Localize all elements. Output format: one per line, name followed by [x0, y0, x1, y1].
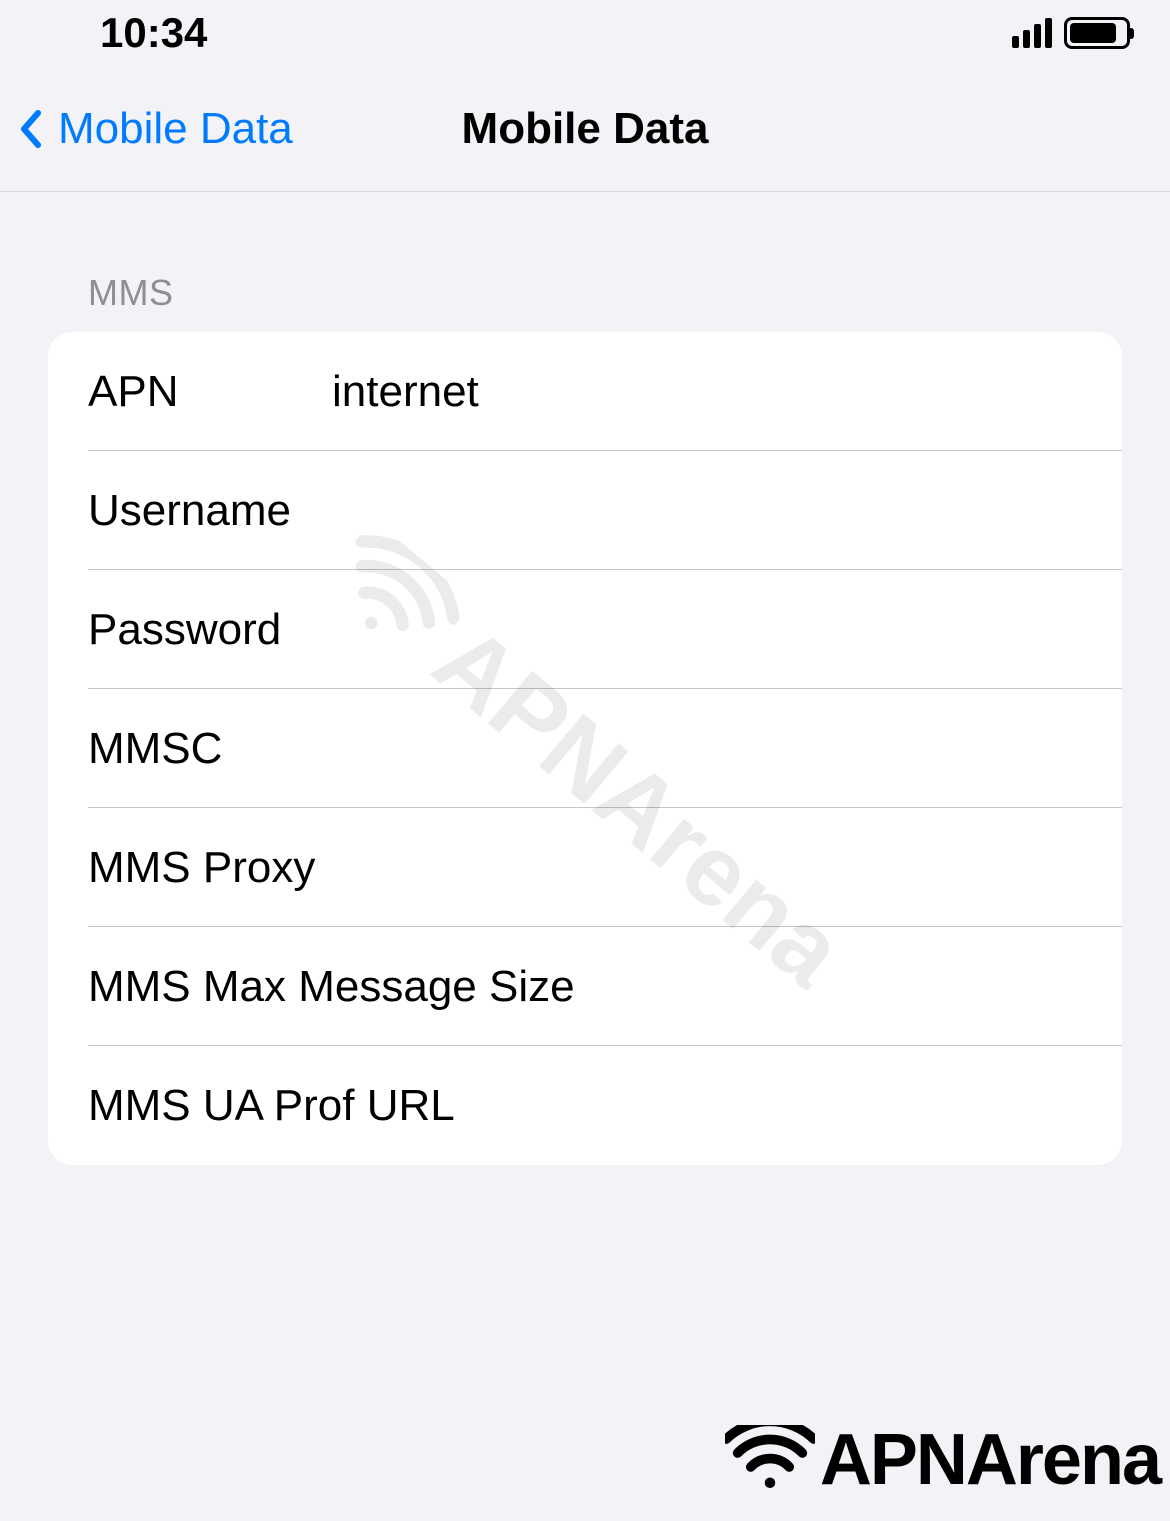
status-icons — [1012, 17, 1130, 49]
footer-logo: APNArena — [725, 1419, 1160, 1501]
wifi-icon — [725, 1425, 815, 1495]
username-label: Username — [88, 486, 328, 536]
mms-ua-prof-row[interactable]: MMS UA Prof URL — [48, 1046, 1122, 1165]
page-title: Mobile Data — [462, 104, 709, 154]
content-area: MMS APN internet Username Password MMSC … — [0, 192, 1170, 1165]
password-row[interactable]: Password — [48, 570, 1122, 689]
mms-proxy-label: MMS Proxy — [88, 843, 328, 893]
apn-value: internet — [328, 367, 479, 417]
password-label: Password — [88, 605, 328, 655]
mmsc-row[interactable]: MMSC — [48, 689, 1122, 808]
status-time: 10:34 — [100, 9, 207, 57]
back-label: Mobile Data — [58, 104, 293, 154]
mms-proxy-row[interactable]: MMS Proxy — [48, 808, 1122, 927]
mmsc-label: MMSC — [88, 724, 328, 774]
apn-row[interactable]: APN internet — [48, 332, 1122, 451]
section-header: MMS — [48, 192, 1122, 332]
signal-icon — [1012, 18, 1052, 48]
battery-icon — [1064, 17, 1130, 49]
back-button[interactable]: Mobile Data — [0, 104, 293, 154]
status-bar: 10:34 — [0, 0, 1170, 66]
apn-label: APN — [88, 367, 328, 417]
mms-max-size-row[interactable]: MMS Max Message Size — [48, 927, 1122, 1046]
settings-group: APN internet Username Password MMSC MMS … — [48, 332, 1122, 1165]
mms-max-size-label: MMS Max Message Size — [88, 962, 575, 1012]
footer-text: APNArena — [820, 1419, 1160, 1501]
username-row[interactable]: Username — [48, 451, 1122, 570]
navigation-bar: Mobile Data Mobile Data — [0, 66, 1170, 192]
chevron-left-icon — [18, 109, 42, 149]
mms-ua-prof-label: MMS UA Prof URL — [88, 1081, 455, 1131]
